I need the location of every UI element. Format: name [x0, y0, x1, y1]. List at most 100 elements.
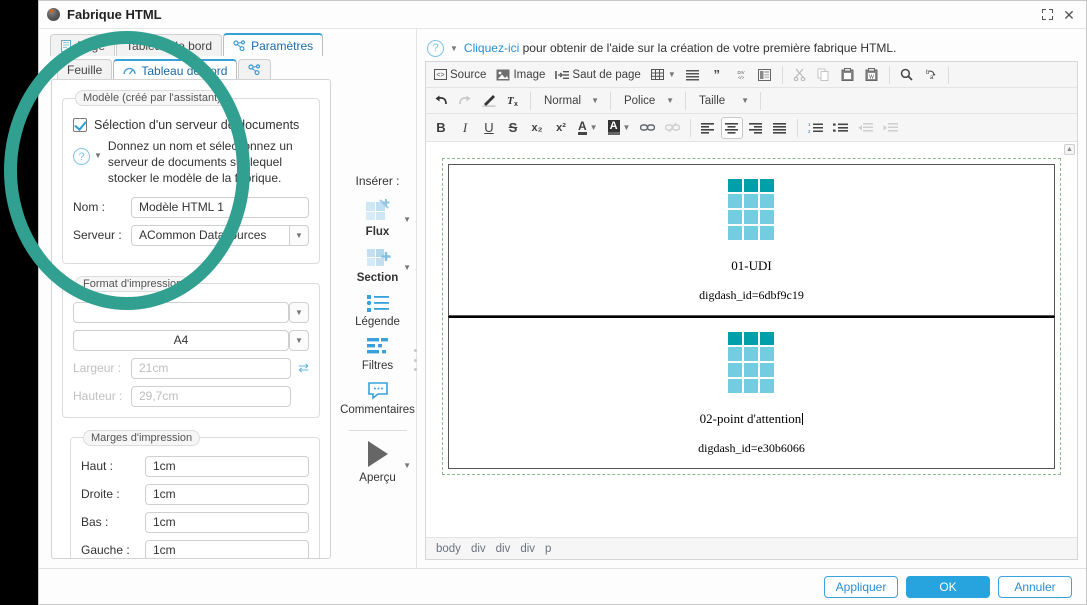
- copy-button[interactable]: [813, 64, 835, 86]
- align-right-button[interactable]: [745, 117, 767, 139]
- templates-button[interactable]: [754, 64, 776, 86]
- align-center-button[interactable]: [721, 116, 744, 139]
- cancel-button[interactable]: Annuler: [998, 575, 1072, 598]
- scroll-up-arrow[interactable]: ▲: [1064, 144, 1075, 155]
- image-button[interactable]: Image: [492, 64, 549, 86]
- margin-right-input[interactable]: 1cm: [145, 483, 309, 505]
- swap-icon[interactable]: ⇄: [298, 360, 309, 376]
- tab-feuille[interactable]: Feuille: [57, 59, 113, 80]
- path-item-div-1[interactable]: div: [471, 543, 486, 555]
- path-item-div-3[interactable]: div: [520, 543, 535, 555]
- insert-flux-button[interactable]: Flux ▼: [339, 198, 416, 238]
- server-select[interactable]: ACommon Datasources ▼: [131, 224, 309, 246]
- italic-button[interactable]: I: [454, 117, 476, 139]
- page-icon: [61, 39, 71, 52]
- subscript-button[interactable]: x₂: [526, 117, 548, 139]
- source-button[interactable]: <> Source: [430, 64, 490, 86]
- ok-button[interactable]: OK: [906, 575, 990, 598]
- margin-top-row: Haut : 1cm: [81, 455, 309, 477]
- bold-button[interactable]: B: [430, 117, 452, 139]
- orientation-select-value[interactable]: [73, 301, 289, 323]
- superscript-button[interactable]: x²: [550, 117, 572, 139]
- content-block[interactable]: 01-UDI digdash_id=6dbf9c19: [448, 164, 1055, 316]
- strikethrough-button[interactable]: S: [502, 117, 524, 139]
- unlink-button[interactable]: [661, 117, 684, 139]
- margin-left-label: Gauche :: [81, 543, 130, 558]
- align-justify-button[interactable]: [769, 117, 791, 139]
- path-item-body[interactable]: body: [436, 543, 461, 555]
- settings-icon: [233, 39, 246, 51]
- table-button[interactable]: ▼: [647, 64, 680, 86]
- cut-button[interactable]: [789, 64, 811, 86]
- horizontal-rule-button[interactable]: [682, 64, 704, 86]
- insert-commentaires-button[interactable]: Commentaires: [339, 380, 416, 416]
- font-family-select[interactable]: Police ▼: [617, 90, 679, 111]
- underline-button[interactable]: U: [478, 117, 500, 139]
- path-item-p[interactable]: p: [545, 543, 551, 555]
- outdent-button[interactable]: [854, 117, 877, 139]
- numbered-list-button[interactable]: 1 2: [804, 117, 827, 139]
- text-color-button[interactable]: A ▼: [574, 117, 602, 139]
- tab-page[interactable]: Page: [50, 34, 116, 56]
- question-icon[interactable]: ?: [73, 148, 90, 165]
- page-break-button[interactable]: Saut de page: [551, 64, 644, 86]
- bulleted-list-button[interactable]: [829, 117, 852, 139]
- align-left-button[interactable]: [697, 117, 719, 139]
- question-icon[interactable]: ?: [427, 39, 444, 57]
- toolbar-divider: [797, 118, 799, 137]
- name-input[interactable]: Modèle HTML 1: [131, 196, 309, 218]
- chevron-down-icon[interactable]: ▼: [403, 215, 411, 224]
- editor-canvas[interactable]: ▲ 01-UDI digdash_id=6dbf9c19 02-point d'…: [426, 142, 1077, 537]
- format-painter-button[interactable]: [478, 90, 500, 112]
- paste-from-word-button[interactable]: W: [861, 64, 883, 86]
- chevron-down-icon[interactable]: ▼: [403, 461, 411, 470]
- indent-button[interactable]: [879, 117, 902, 139]
- path-item-div-2[interactable]: div: [496, 543, 511, 555]
- redo-button[interactable]: [454, 90, 476, 112]
- paper-size-select-value[interactable]: A4: [73, 329, 289, 351]
- div-container-button[interactable]: DIV </>: [730, 64, 752, 86]
- find-button[interactable]: [896, 64, 918, 86]
- server-selection-checkbox-row[interactable]: Sélection d'un serveur de documents: [73, 118, 309, 132]
- height-input: 29,7cm: [131, 385, 292, 407]
- insert-section-button[interactable]: Section ▼: [339, 246, 416, 284]
- maximize-button[interactable]: [1036, 4, 1058, 26]
- preview-button[interactable]: Aperçu ▼: [339, 441, 416, 484]
- remove-format-button[interactable]: T x: [502, 90, 524, 112]
- paste-button[interactable]: [837, 64, 859, 86]
- margin-bottom-input[interactable]: 1cm: [145, 511, 309, 533]
- chevron-down-icon[interactable]: ▼: [94, 151, 102, 160]
- apply-button[interactable]: Appliquer: [824, 575, 898, 598]
- paragraph-format-select[interactable]: Normal ▼: [537, 90, 604, 111]
- chevron-down-icon[interactable]: ▼: [289, 329, 309, 351]
- chevron-down-icon[interactable]: ▼: [450, 44, 458, 53]
- close-button[interactable]: ✕: [1058, 4, 1080, 26]
- chevron-down-icon[interactable]: ▼: [289, 301, 309, 323]
- link-button[interactable]: [636, 117, 659, 139]
- tab-parametres[interactable]: Paramètres: [223, 33, 324, 56]
- tab-secondary-settings[interactable]: [238, 59, 272, 80]
- column-resize-handle[interactable]: [414, 349, 419, 371]
- print-format-legend: Format d'impression: [75, 275, 191, 292]
- settings-panel: Modèle (créé par l'assistant) Sélection …: [51, 79, 331, 559]
- margin-left-input[interactable]: 1cm: [145, 539, 309, 558]
- help-bar-text: Cliquez-ici pour obtenir de l'aide sur l…: [464, 41, 897, 55]
- chevron-down-icon[interactable]: ▼: [403, 263, 411, 272]
- background-color-button[interactable]: A ▼: [604, 117, 635, 139]
- insert-filtres-button[interactable]: Filtres: [339, 336, 416, 372]
- undo-button[interactable]: [430, 90, 452, 112]
- server-selection-checkbox[interactable]: [73, 118, 87, 132]
- replace-button[interactable]: b a: [920, 64, 942, 86]
- tab-dashboard[interactable]: Tableau de bord: [116, 34, 223, 56]
- blockquote-button[interactable]: ”: [706, 64, 728, 86]
- help-bar: ? ▼ Cliquez-ici pour obtenir de l'aide s…: [425, 35, 1078, 61]
- font-size-select[interactable]: Taille ▼: [692, 90, 754, 111]
- content-block[interactable]: 02-point d'attention digdash_id=e30b6066: [448, 316, 1055, 469]
- help-link[interactable]: Cliquez-ici: [464, 41, 519, 55]
- image-icon: [496, 69, 510, 80]
- insert-legende-button[interactable]: Légende: [339, 292, 416, 328]
- margin-top-input[interactable]: 1cm: [145, 455, 309, 477]
- tab-tableau-de-bord[interactable]: Tableau de bord: [113, 59, 238, 80]
- flux-icon: [365, 199, 389, 220]
- toolbar-divider: [759, 91, 761, 110]
